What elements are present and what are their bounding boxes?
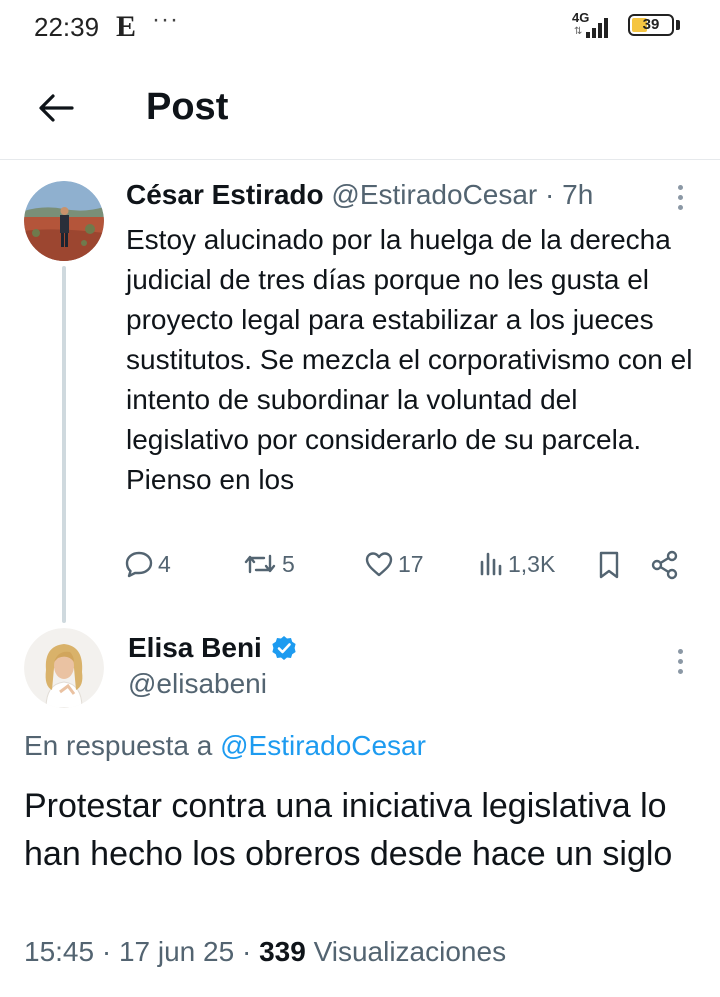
avatar[interactable] [24,628,104,708]
avatar[interactable] [24,181,104,261]
tweet-text[interactable]: Estoy alucinado por la huelga de la dere… [126,220,706,500]
app-notification-icon: E [116,10,137,43]
more-options-icon[interactable] [668,180,692,214]
separator-dot: · [545,179,555,210]
replying-to: En respuesta a @EstiradoCesar [24,730,426,762]
bookmark-button[interactable] [596,550,622,580]
more-notifications-icon: ··· [152,6,179,33]
heart-icon [365,552,393,577]
verified-badge-icon [272,636,296,660]
signal-icon: 4G ⇅ [572,10,624,38]
data-activity-icon: ⇅ [574,26,583,37]
battery-level: 39 [642,16,660,33]
tweet-meta: 15:45 · 17 jun 25 · 339 Visualizaciones [24,936,506,968]
tweet-actions: 4 5 17 1,3K [120,550,700,590]
more-options-icon[interactable] [668,644,692,678]
tweet-time[interactable]: 7h [562,179,593,210]
page-title: Post [146,86,229,128]
post-views-count[interactable]: 339 [259,936,306,967]
post-date: 17 jun 25 [118,936,235,967]
replying-to-label: En respuesta a [24,730,213,761]
reply-count: 4 [158,550,171,577]
reply-text[interactable]: Protestar contra una iniciativa legislat… [24,782,704,878]
views-count: 1,3K [508,550,556,577]
reply-author-handle[interactable]: @elisabeni [128,668,267,700]
retweet-icon [244,554,276,574]
thread-connector [62,266,66,623]
tweet-header: César Estirado @EstiradoCesar · 7h [126,178,593,212]
retweet-count: 5 [282,550,295,577]
reply-author-row: Elisa Beni [128,632,298,664]
post-views-label[interactable]: Visualizaciones [314,936,507,967]
separator-dot: · [241,936,252,967]
avatar-photo [24,181,104,261]
author-name[interactable]: César Estirado [126,179,324,210]
reply-icon [125,551,153,578]
retweet-button[interactable]: 5 [242,550,295,578]
back-button[interactable] [30,82,82,134]
arrow-left-icon [39,94,74,122]
replying-to-link[interactable]: @EstiradoCesar [220,730,426,761]
author-handle[interactable]: @EstiradoCesar [331,179,537,210]
status-bar: 22:39 E ··· 4G ⇅ 39 [0,0,720,56]
views-button[interactable]: 1,3K [478,550,555,578]
share-button[interactable] [650,550,680,580]
avatar-photo [24,628,104,708]
signal-bars [586,16,608,38]
share-icon [651,550,678,580]
like-count: 17 [398,550,424,577]
status-time: 22:39 [34,12,100,42]
top-app-bar: Post [0,56,720,160]
battery-icon: 39 [628,14,674,36]
post-time: 15:45 [24,936,95,967]
bookmark-icon [599,551,619,579]
reply-author-name[interactable]: Elisa Beni [128,632,262,664]
views-chart-icon [480,552,502,576]
battery-tip [676,20,680,30]
like-button[interactable]: 17 [364,550,424,578]
reply-button[interactable]: 4 [124,550,171,578]
separator-dot: · [101,936,112,967]
